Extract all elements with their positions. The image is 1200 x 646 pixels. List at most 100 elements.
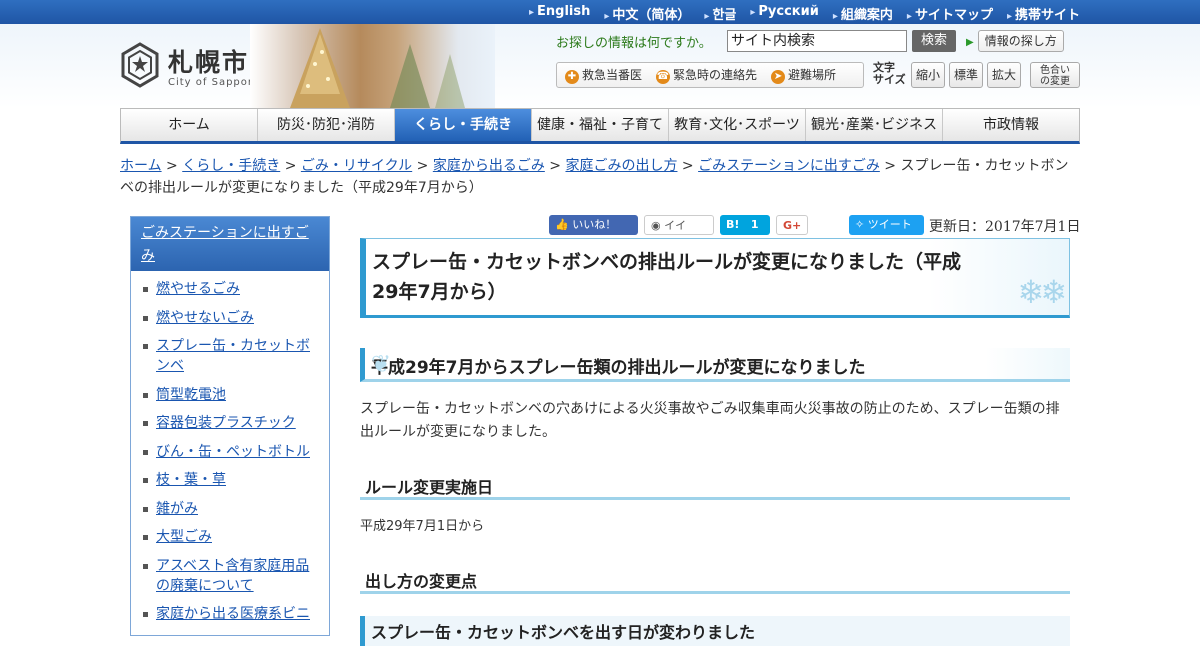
font-size-standard-button[interactable]: 標準 — [949, 62, 983, 88]
global-nav: ホーム 防災･防犯･消防 くらし・手続き 健康・福祉・子育て 教育･文化･スポー… — [120, 108, 1080, 144]
sidebar-item: アスベスト含有家庭用品の廃棄について — [143, 556, 319, 596]
bullet-icon — [143, 535, 148, 540]
breadcrumb-link[interactable]: くらし・手続き — [182, 158, 280, 174]
sidebar: ごみステーションに出すごみ 燃やせるごみ 燃やせないごみ スプレー缶・カセットボ… — [130, 216, 330, 636]
breadcrumb-link[interactable]: 家庭から出るごみ — [433, 158, 545, 174]
bullet-icon — [143, 315, 148, 321]
header-banner-image — [250, 24, 495, 108]
sidebar-item: 燃やせるごみ — [143, 279, 319, 299]
sidebar-item: 筒型乾電池 — [143, 385, 319, 405]
section-heading: 平成29年7月からスプレー缶類の排出ルールが変更になりました ❦ — [360, 348, 1070, 382]
sidebar-link-bottles[interactable]: びん・缶・ペットボトル — [156, 442, 310, 462]
howto-link[interactable]: ▶ 情報の探し方 — [966, 30, 1080, 52]
sidebar-heading[interactable]: ごみステーションに出すごみ — [131, 217, 329, 271]
emergency-doctor-link[interactable]: ✚ 救急当番医 — [565, 66, 642, 84]
sidebar-link-plastic[interactable]: 容器包装プラスチック — [156, 413, 296, 433]
site-header: 札幌市 City of Sapporo お探しの情報は何ですか。 サイト内検索 … — [0, 24, 1200, 108]
social-buttons: 👍 いいね！ 74 ◉ イイネ！ B! 1 G+ — [549, 215, 808, 252]
bullet-icon — [143, 478, 148, 483]
medical-icon: ✚ — [565, 70, 579, 84]
sidebar-item: 大型ごみ — [143, 527, 319, 547]
bullet-icon — [143, 506, 148, 512]
howto-button[interactable]: 情報の探し方 — [977, 30, 1064, 52]
sidebar-link-medical[interactable]: 家庭から出る医療系ビニ — [156, 604, 310, 624]
sidebar-item: 家庭から出る医療系ビニ — [143, 604, 319, 624]
color-change-button[interactable]: 色合い の変更 — [1030, 62, 1080, 88]
gnav-safety[interactable]: 防災･防犯･消防 — [258, 109, 395, 141]
page-title: スプレー缶・カセットボンベの排出ルールが変更になりました（平成29年7月から） — [372, 251, 962, 303]
updated-date: 更新日：2017年7月1日 — [929, 219, 1081, 235]
facebook-like-button[interactable]: 👍 いいね！ 74 — [549, 215, 638, 251]
sub-heading: スプレー缶・カセットボンベを出す日が変わりました — [360, 616, 1070, 646]
breadcrumb-link[interactable]: ごみ・リサイクル — [301, 158, 412, 174]
hatena-count: 1 — [750, 218, 759, 231]
bullet-icon — [143, 344, 148, 349]
sidebar-link-large[interactable]: 大型ごみ — [156, 527, 212, 547]
emergency-links: ✚ 救急当番医 ☎ 緊急時の連絡先 ➤ 避難場所 — [556, 62, 864, 88]
sidebar-item: 燃やせないごみ — [143, 308, 319, 328]
breadcrumb-link[interactable]: ホーム — [120, 158, 162, 174]
gnav-education[interactable]: 教育･文化･スポーツ — [669, 109, 806, 141]
google-plus-button[interactable]: G+ — [776, 215, 808, 235]
sidebar-link-branches[interactable]: 枝・葉・草 — [156, 470, 226, 490]
top-link-sitemap[interactable]: サイトマップ — [907, 4, 993, 23]
top-link-korean[interactable]: 한글 — [704, 4, 736, 23]
bullet-icon — [143, 421, 148, 426]
font-size-label: 文字 サイズ — [873, 61, 906, 86]
sidebar-link-asbestos[interactable]: アスベスト含有家庭用品の廃棄について — [156, 556, 319, 596]
mixi-icon: ◉ — [651, 219, 661, 232]
evacuation-icon: ➤ — [771, 70, 786, 84]
top-link-organization[interactable]: 組織案内 — [833, 4, 893, 23]
search-input[interactable]: サイト内検索 — [727, 30, 907, 52]
top-link-mobile[interactable]: 携帯サイト — [1007, 4, 1080, 23]
logo-text-jp: 札幌市 — [168, 47, 250, 77]
sidebar-link-nonburnable[interactable]: 燃やせないごみ — [156, 308, 254, 328]
bullet-icon — [143, 392, 148, 398]
phone-icon: ☎ — [656, 70, 671, 84]
gnav-living[interactable]: くらし・手続き — [395, 109, 532, 141]
font-size-smaller-button[interactable]: 縮小 — [911, 62, 945, 88]
arrow-right-icon: ▶ — [966, 37, 974, 48]
sidebar-list: 燃やせるごみ 燃やせないごみ スプレー缶・カセットボンベ 筒型乾電池 容器包装プ… — [131, 271, 329, 624]
snowflake-icon: ❄❄ — [1017, 273, 1067, 311]
leaf-decoration-icon: ❦ — [371, 350, 392, 378]
sidebar-item: 雑がみ — [143, 499, 319, 519]
hatena-bookmark-button[interactable]: B! 1 — [720, 215, 770, 235]
twitter-bird-icon: ✧ — [855, 218, 865, 231]
gnav-health[interactable]: 健康・福祉・子育て — [532, 109, 669, 141]
sidebar-link-battery[interactable]: 筒型乾電池 — [156, 385, 226, 405]
top-link-english[interactable]: English — [529, 4, 590, 23]
gnav-tourism[interactable]: 観光･産業･ビジネス — [806, 109, 943, 141]
evacuation-link[interactable]: ➤ 避難場所 — [771, 66, 836, 84]
sidebar-item: 容器包装プラスチック — [143, 413, 319, 433]
emergency-contact-link[interactable]: ☎ 緊急時の連絡先 — [656, 66, 757, 84]
bullet-icon — [143, 449, 148, 455]
top-link-russian[interactable]: Русский — [750, 4, 818, 23]
changes-heading: 出し方の変更点 — [360, 564, 1070, 594]
sidebar-item: スプレー缶・カセットボンベ — [143, 336, 319, 376]
gnav-city-info[interactable]: 市政情報 — [943, 109, 1079, 141]
rule-date-text: 平成29年7月1日から — [360, 519, 485, 534]
gnav-home[interactable]: ホーム — [121, 109, 258, 141]
sidebar-link-spray[interactable]: スプレー缶・カセットボンベ — [156, 336, 319, 376]
bullet-icon — [143, 563, 148, 569]
top-link-chinese[interactable]: 中文（简体） — [604, 4, 690, 23]
mixi-like-button[interactable]: ◉ イイネ！ — [644, 215, 714, 252]
breadcrumb-link[interactable]: 家庭ごみの出し方 — [565, 158, 677, 174]
sidebar-link-burnable[interactable]: 燃やせるごみ — [156, 279, 240, 299]
tweet-button[interactable]: ✧ ツイート — [849, 215, 924, 235]
site-logo[interactable]: 札幌市 City of Sapporo — [120, 42, 260, 88]
sidebar-link-paper[interactable]: 雑がみ — [156, 499, 198, 519]
breadcrumb-link[interactable]: ごみステーションに出すごみ — [698, 158, 880, 174]
sidebar-item: 枝・葉・草 — [143, 470, 319, 490]
bullet-icon — [143, 287, 148, 292]
page-title-box: スプレー缶・カセットボンベの排出ルールが変更になりました（平成29年7月から） … — [360, 238, 1070, 318]
thumbs-up-icon: 👍 — [555, 218, 569, 231]
sidebar-item: びん・缶・ペットボトル — [143, 442, 319, 462]
city-emblem-icon — [121, 42, 159, 88]
breadcrumb: ホーム > くらし・手続き > ごみ・リサイクル > 家庭から出るごみ > 家庭… — [120, 158, 1069, 196]
search-button[interactable]: 検索 — [912, 30, 956, 52]
font-size-larger-button[interactable]: 拡大 — [987, 62, 1021, 88]
bullet-icon — [143, 612, 148, 617]
language-bar: English 中文（简体） 한글 Русский 組織案内 サイトマップ 携帯… — [0, 0, 1200, 24]
